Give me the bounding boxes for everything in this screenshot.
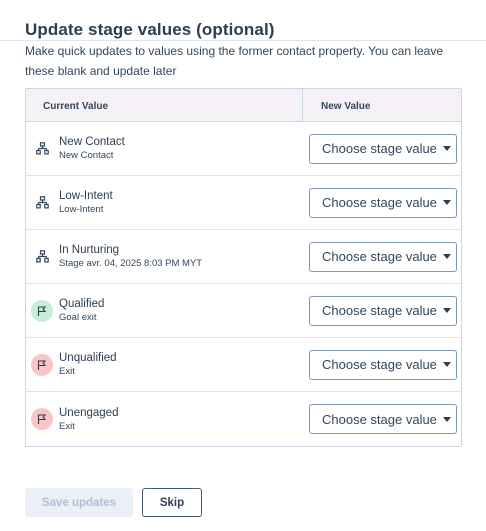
- table-header: Current Value New Value: [26, 89, 461, 122]
- flag-icon: [31, 408, 53, 430]
- caret-down-icon: [442, 416, 451, 422]
- current-value-cell: Unqualified Exit: [26, 351, 309, 378]
- stage-name: In Nurturing: [59, 244, 120, 256]
- stage-tree-icon: [31, 192, 53, 214]
- new-value-cell: Choose stage value: [309, 295, 461, 326]
- stage-name: Unengaged: [59, 406, 119, 419]
- choose-stage-value-dropdown[interactable]: Choose stage value: [309, 349, 457, 380]
- stage-detail: Stage avr. 04, 2025 8:03 PM MYT: [59, 258, 203, 269]
- table-row: New Contact New Contact Choose stage val…: [26, 122, 461, 176]
- caret-down-icon: [442, 200, 451, 205]
- table-row: Unengaged Exit Choose stage value: [26, 392, 461, 446]
- stage-name: Low-Intent: [59, 190, 113, 202]
- caret-down-icon: [442, 146, 451, 151]
- choose-stage-value-dropdown[interactable]: Choose stage value: [309, 295, 457, 326]
- update-stage-values-panel: Update stage values (optional) Make quic…: [0, 0, 486, 531]
- caret-down-icon: [442, 254, 451, 259]
- current-value-cell: In Nurturing Stage avr. 04, 2025 8:03 PM…: [26, 243, 309, 270]
- table-row: Low-Intent Low-Intent Choose stage value: [26, 176, 461, 230]
- new-value-cell: Choose stage value: [309, 404, 461, 434]
- flag-icon: [31, 353, 53, 376]
- stage-tree-icon: [31, 246, 53, 268]
- new-value-cell: Choose stage value: [309, 187, 461, 218]
- dropdown-placeholder: Choose stage value: [322, 249, 437, 264]
- stage-detail: New Contact: [59, 150, 114, 161]
- stage-detail: Goal exit: [59, 312, 97, 323]
- table-row: Qualified Goal exit Choose stage value: [26, 284, 461, 338]
- table-row: In Nurturing Stage avr. 04, 2025 8:03 PM…: [26, 230, 461, 284]
- caret-down-icon: [442, 308, 451, 313]
- flag-icon: [31, 299, 53, 322]
- skip-button[interactable]: Skip: [142, 488, 202, 517]
- choose-stage-value-dropdown[interactable]: Choose stage value: [309, 187, 457, 218]
- stage-values-table: Current Value New Value New Contact New …: [25, 88, 462, 447]
- stage-detail: Exit: [59, 420, 75, 432]
- choose-stage-value-dropdown[interactable]: Choose stage value: [309, 241, 457, 272]
- caret-down-icon: [442, 362, 451, 367]
- save-updates-button[interactable]: Save updates: [25, 488, 133, 517]
- dropdown-placeholder: Choose stage value: [322, 357, 437, 372]
- table-row: Unqualified Exit Choose stage value: [26, 338, 461, 392]
- stage-name: New Contact: [59, 136, 125, 148]
- current-value-cell: Low-Intent Low-Intent: [26, 189, 309, 216]
- choose-stage-value-dropdown[interactable]: Choose stage value: [309, 404, 457, 434]
- dropdown-placeholder: Choose stage value: [322, 303, 437, 318]
- dropdown-placeholder: Choose stage value: [322, 141, 437, 156]
- new-value-cell: Choose stage value: [309, 241, 461, 272]
- current-value-cell: Unengaged Exit: [26, 406, 309, 433]
- page-title: Update stage values (optional): [25, 20, 275, 39]
- choose-stage-value-dropdown[interactable]: Choose stage value: [309, 133, 457, 164]
- stage-tree-icon: [31, 138, 53, 160]
- stage-detail: Low-Intent: [59, 204, 104, 215]
- column-header-current-value: Current Value: [26, 89, 303, 121]
- stage-name: Unqualified: [59, 352, 117, 364]
- stage-name: Qualified: [59, 298, 105, 310]
- new-value-cell: Choose stage value: [309, 349, 461, 380]
- page-subtitle: Make quick updates to values using the f…: [25, 44, 444, 78]
- column-header-new-value: New Value: [321, 101, 371, 112]
- stage-detail: Exit: [59, 366, 75, 377]
- dropdown-placeholder: Choose stage value: [322, 195, 437, 210]
- new-value-cell: Choose stage value: [309, 133, 461, 164]
- current-value-cell: Qualified Goal exit: [26, 297, 309, 324]
- dropdown-placeholder: Choose stage value: [322, 411, 437, 427]
- current-value-cell: New Contact New Contact: [26, 135, 309, 162]
